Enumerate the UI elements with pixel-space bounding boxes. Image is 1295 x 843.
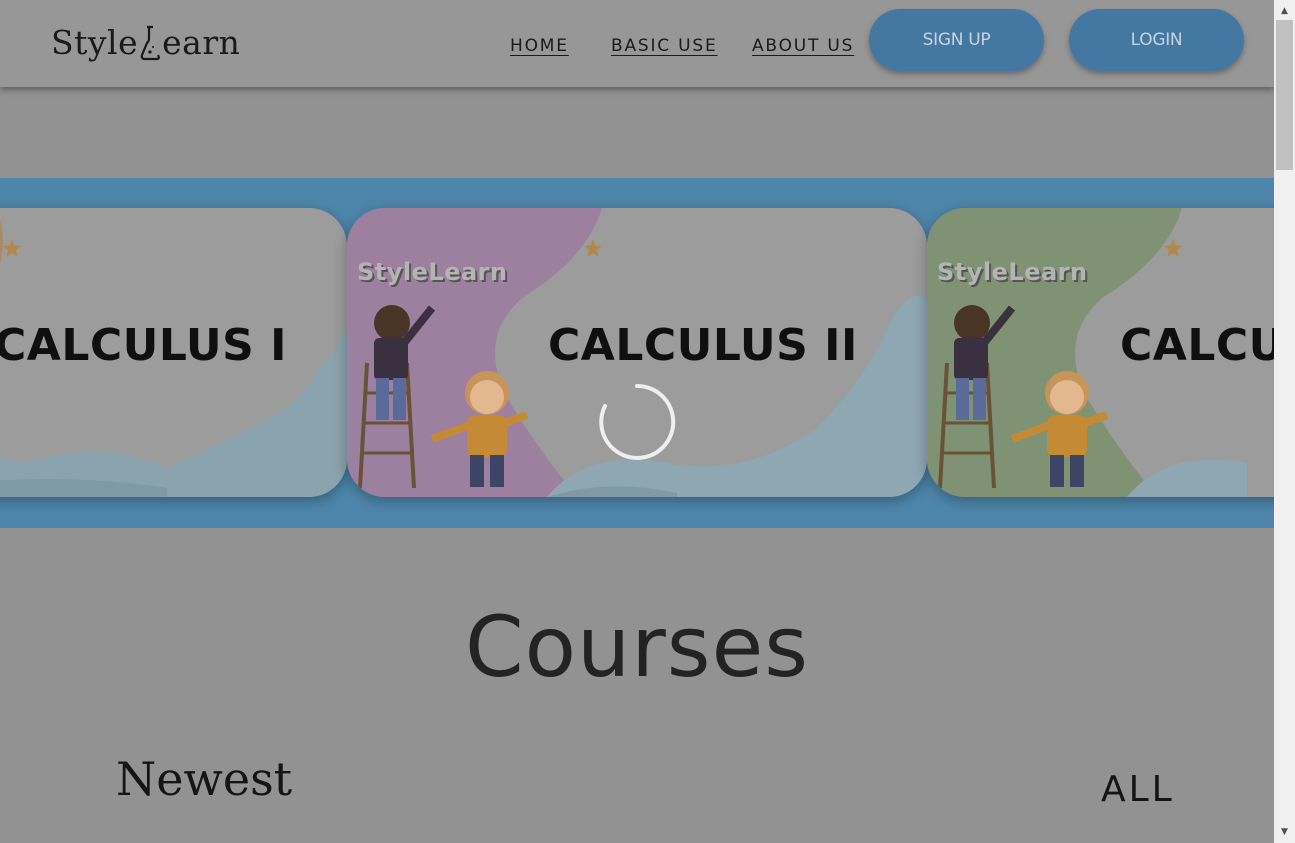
carousel-slide-calculus-3[interactable]: StyleLearn CALCU xyxy=(927,208,1274,497)
nav-home-link[interactable]: HOME xyxy=(510,36,569,56)
flask-icon xyxy=(140,25,161,61)
courses-heading: Courses xyxy=(464,598,810,696)
slide-title: CALCULUS I xyxy=(0,320,287,371)
nav-about-us-link[interactable]: ABOUT US xyxy=(752,36,854,56)
vertical-scrollbar[interactable]: ▲ ▼ xyxy=(1274,0,1295,843)
logo-text-earn: earn xyxy=(162,23,241,62)
nav-basic-use-link[interactable]: BASIC USE xyxy=(611,36,718,56)
site-logo[interactable]: Style earn xyxy=(51,18,240,68)
scroll-up-arrow-icon[interactable]: ▲ xyxy=(1274,2,1295,19)
logo-text-style: Style xyxy=(51,23,139,62)
scrollbar-thumb[interactable] xyxy=(1276,20,1293,170)
star-icon xyxy=(3,239,21,257)
slide-brand: StyleLearn xyxy=(937,258,1088,286)
star-icon xyxy=(584,239,602,257)
slide-title: CALCULUS II xyxy=(548,320,858,371)
slide-title: CALCU xyxy=(1120,320,1274,371)
kids-illustration xyxy=(938,305,1109,489)
carousel-slide-calculus-1[interactable]: CALCULUS I xyxy=(0,208,347,497)
loading-spinner-icon xyxy=(599,383,676,460)
sign-up-button[interactable]: SIGN UP xyxy=(869,9,1044,71)
login-button[interactable]: LOGIN xyxy=(1069,9,1244,71)
star-icon xyxy=(1164,239,1182,257)
site-header: Style earn HOME BASIC USE ABOUT US SIGN … xyxy=(0,0,1274,87)
scroll-down-arrow-icon[interactable]: ▼ xyxy=(1274,823,1295,840)
kids-illustration xyxy=(358,305,529,489)
page-viewport: Style earn HOME BASIC USE ABOUT US SIGN … xyxy=(0,0,1274,843)
newest-heading: Newest xyxy=(116,752,293,806)
course-carousel: CALCULUS I StyleLearn CALCULUS II StyleL… xyxy=(0,178,1274,528)
all-courses-link[interactable]: ALL xyxy=(1101,769,1175,810)
slide-brand: StyleLearn xyxy=(357,258,508,286)
